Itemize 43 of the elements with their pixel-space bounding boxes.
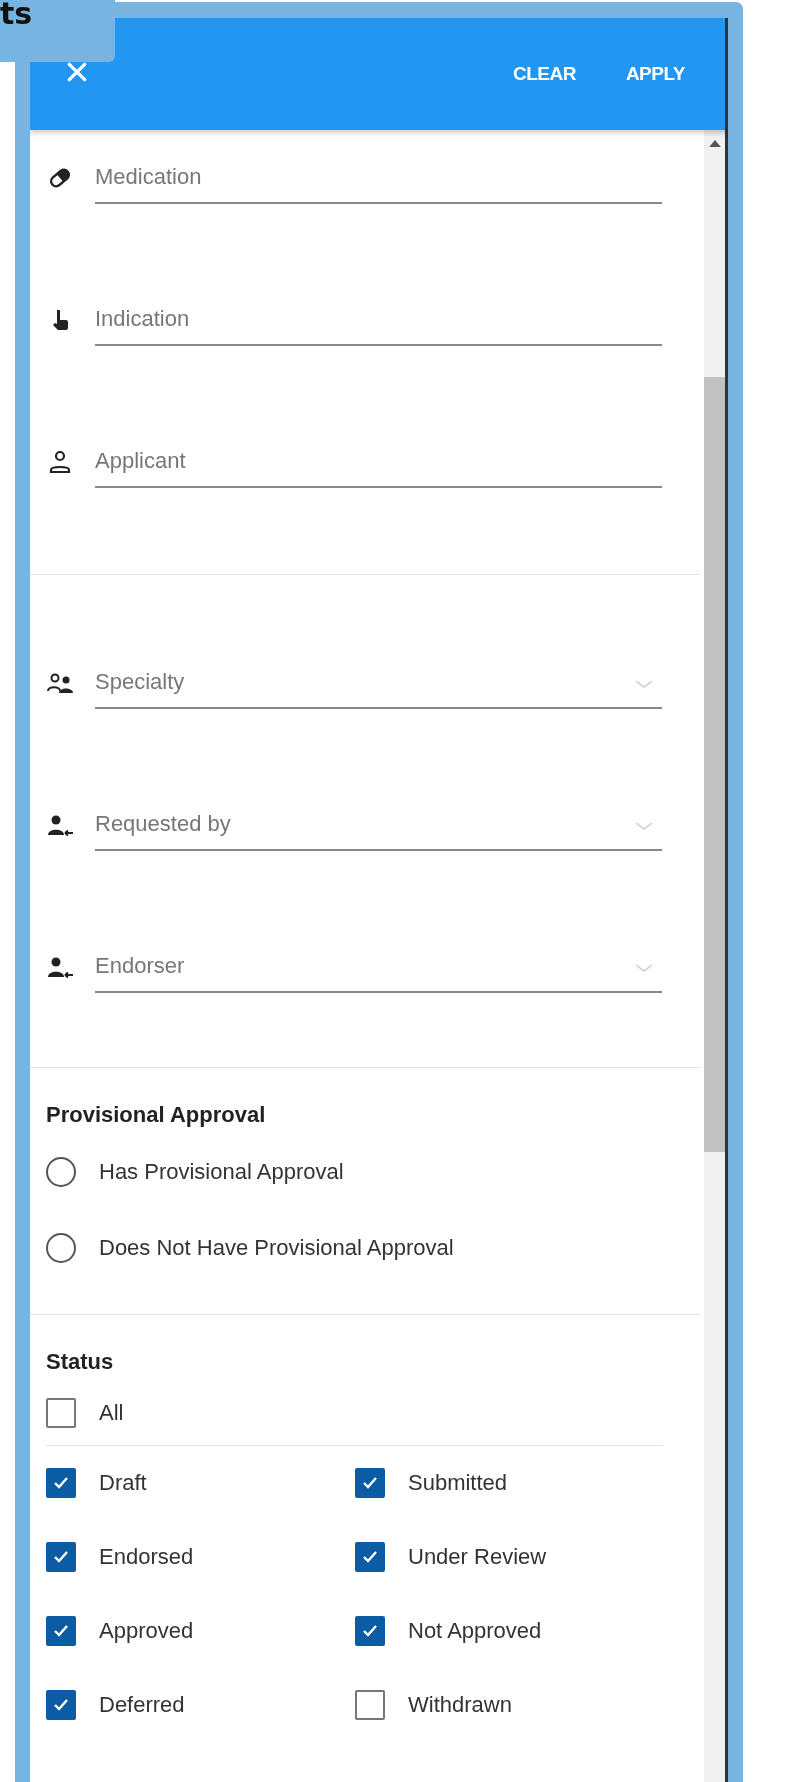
checkbox[interactable]	[46, 1616, 76, 1646]
chevron-down-icon	[634, 963, 654, 973]
header-button[interactable]: CLEAR	[512, 63, 576, 85]
checkbox[interactable]	[355, 1690, 385, 1720]
checkbox[interactable]	[355, 1616, 385, 1646]
section-title: Status	[46, 1349, 115, 1376]
checkbox[interactable]	[355, 1542, 385, 1572]
checkbox-label: Submitted	[408, 1470, 508, 1496]
checkbox-label: Under Review	[408, 1544, 547, 1570]
checkbox-label: Approved	[99, 1618, 194, 1644]
person-arrow-icon	[46, 813, 74, 837]
input-field[interactable]: Indication	[95, 272, 662, 346]
radio-button[interactable]	[46, 1233, 76, 1263]
checkbox[interactable]	[46, 1398, 76, 1428]
checkbox-label: Deferred	[99, 1692, 185, 1718]
checkbox[interactable]	[46, 1468, 76, 1498]
tab-title: ts	[0, 0, 33, 32]
radio-label: Does Not Have Provisional Approval	[99, 1235, 454, 1261]
close-icon[interactable]	[66, 61, 88, 83]
person-arrow-icon	[46, 955, 74, 979]
chevron-down-icon	[634, 679, 654, 689]
checkbox-label: Withdrawn	[408, 1692, 512, 1718]
checkbox-label: Draft	[99, 1470, 147, 1496]
scroll-up-icon[interactable]	[708, 140, 721, 147]
header-button[interactable]: APPLY	[625, 63, 685, 85]
checkbox-label: Not Approved	[408, 1618, 542, 1644]
section-title: Provisional Approval	[46, 1102, 267, 1129]
checkbox-label: All	[99, 1400, 124, 1426]
input-field[interactable]: Medication	[95, 130, 662, 204]
radio-button[interactable]	[46, 1157, 76, 1187]
input-field[interactable]: Applicant	[95, 414, 662, 488]
dropdown-field[interactable]: Requested by	[95, 777, 662, 851]
checkbox[interactable]	[46, 1690, 76, 1720]
dropdown-field[interactable]: Endorser	[95, 919, 662, 993]
people-icon	[46, 671, 74, 695]
checkbox[interactable]	[46, 1542, 76, 1572]
scrollbar[interactable]	[704, 130, 725, 1782]
radio-label: Has Provisional Approval	[99, 1159, 344, 1185]
checkbox-label: Endorsed	[99, 1544, 194, 1570]
scrollbar-thumb[interactable]	[704, 377, 725, 1152]
dropdown-field[interactable]: Specialty	[95, 635, 662, 709]
checkbox[interactable]	[355, 1468, 385, 1498]
chevron-down-icon	[634, 821, 654, 831]
